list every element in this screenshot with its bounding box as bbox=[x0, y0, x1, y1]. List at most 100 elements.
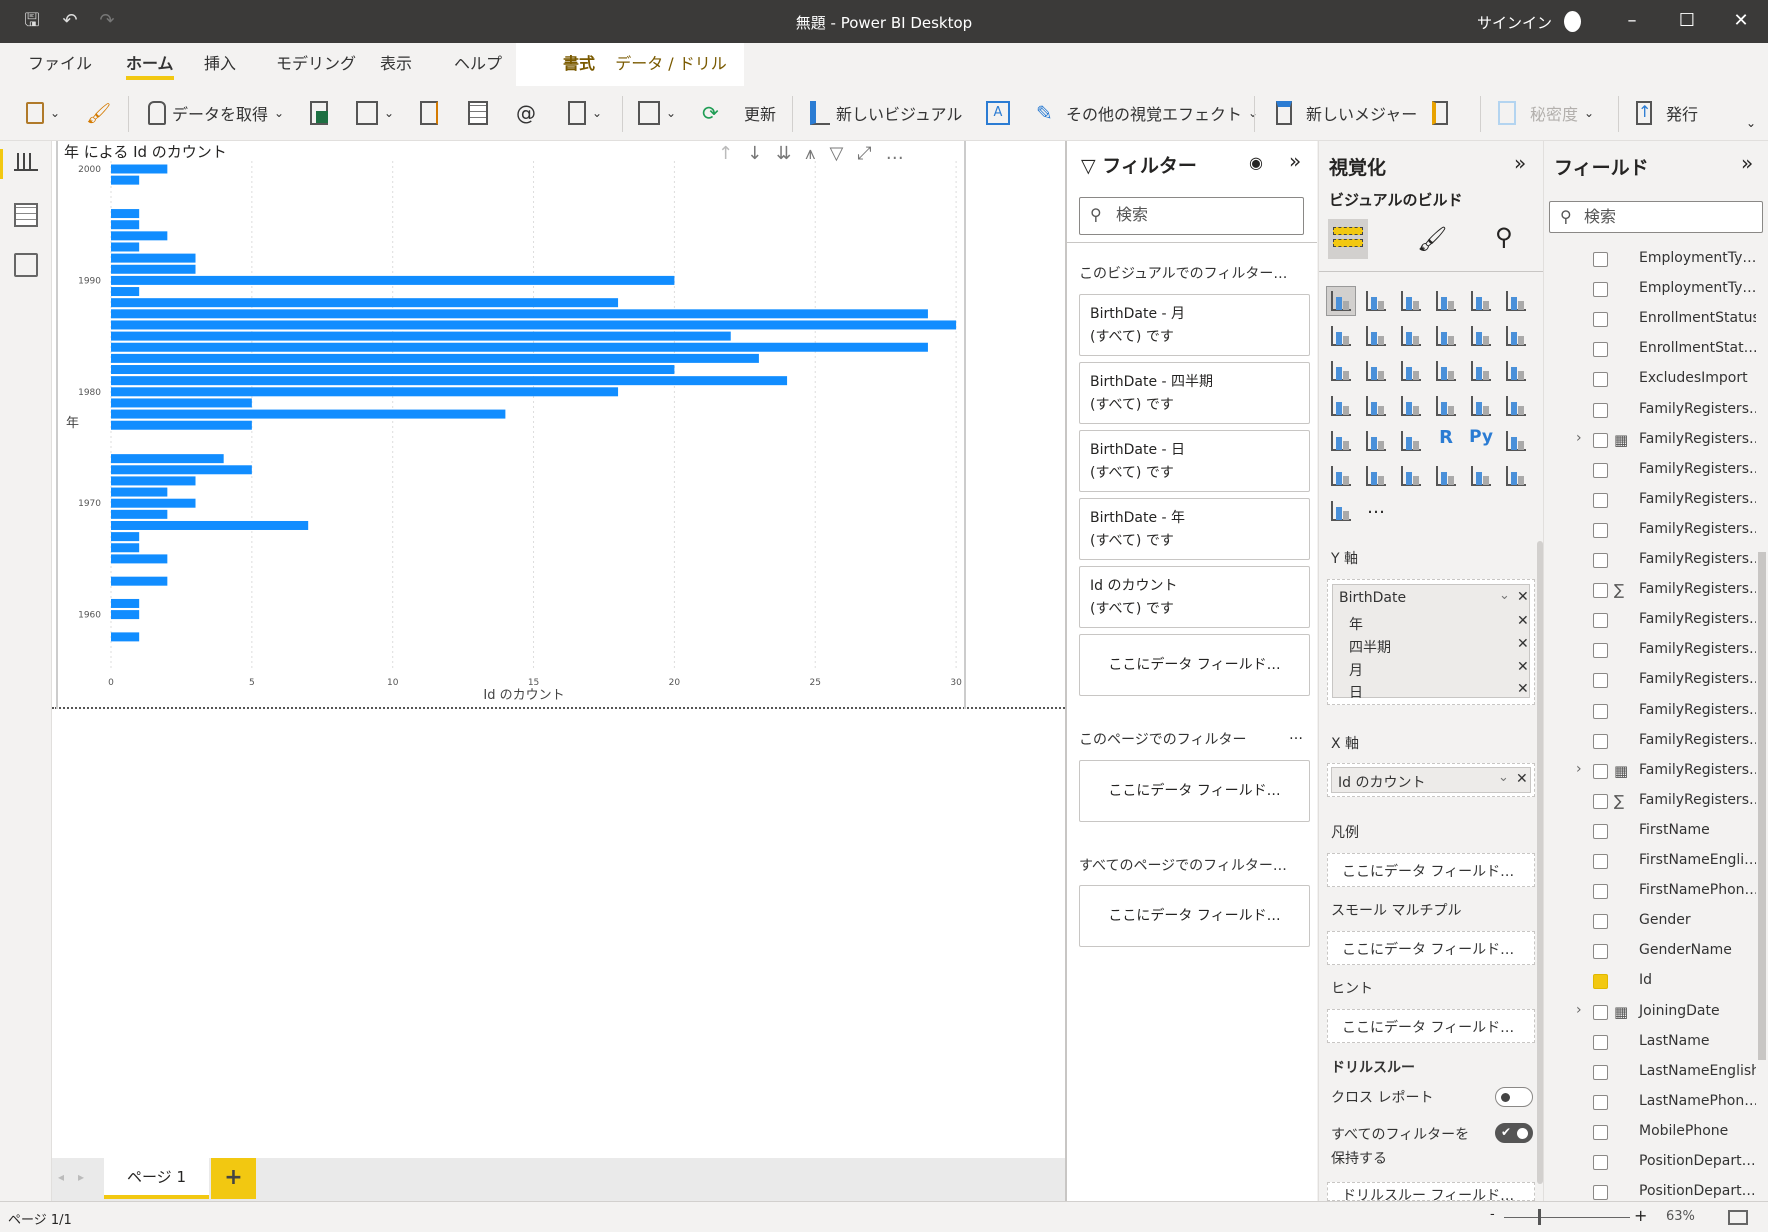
collapse-viz-icon[interactable]: » bbox=[1514, 151, 1526, 175]
bar-1971[interactable]: 1971: 2 bbox=[111, 487, 168, 497]
field-checkbox[interactable] bbox=[1593, 703, 1608, 719]
expand-chevron-icon[interactable]: › bbox=[1576, 761, 1582, 777]
cross-report-toggle[interactable] bbox=[1495, 1087, 1533, 1107]
field-item[interactable]: ∑ FamilyRegisters… bbox=[1544, 787, 1756, 817]
field-checkbox[interactable] bbox=[1593, 372, 1608, 388]
zoom-slider[interactable] bbox=[1504, 1217, 1630, 1218]
all-pages-filter-drop-zone[interactable]: ここにデータ フィールド… bbox=[1079, 885, 1310, 947]
field-item[interactable]: EnrollmentStatus bbox=[1544, 305, 1756, 335]
x-axis-well[interactable]: Id のカウント ⌄ ✕ bbox=[1327, 763, 1535, 797]
field-item[interactable]: PositionDepart… bbox=[1544, 1148, 1756, 1178]
sensitivity-button[interactable]: 秘密度 ⌄ bbox=[1498, 98, 1594, 128]
gauge-visual-icon[interactable] bbox=[1397, 392, 1425, 420]
fields-search-input[interactable]: ⚲ 検索 bbox=[1549, 201, 1763, 233]
slicer-visual-icon[interactable] bbox=[1327, 427, 1355, 455]
field-item[interactable]: › ▦ FamilyRegisters… bbox=[1544, 757, 1756, 787]
remove-field-icon[interactable]: ✕ bbox=[1517, 636, 1529, 652]
signin-link[interactable]: サインイン bbox=[1477, 12, 1552, 33]
analytics-tab-icon[interactable]: ⚲ bbox=[1495, 223, 1513, 251]
line-stacked-column-visual-icon[interactable] bbox=[1467, 322, 1495, 350]
field-checkbox[interactable] bbox=[1593, 1094, 1608, 1110]
report-view-icon[interactable] bbox=[14, 153, 38, 171]
bar-1961[interactable]: 1961: 1 bbox=[111, 598, 140, 608]
visual-filter-drop-zone[interactable]: ここにデータ フィールド… bbox=[1079, 634, 1310, 696]
close-button[interactable]: ✕ bbox=[1729, 9, 1753, 33]
filter-card[interactable]: BirthDate - 月 (すべて) です bbox=[1079, 294, 1310, 356]
field-item[interactable]: LastNamePhon… bbox=[1544, 1088, 1756, 1118]
zoom-out-button[interactable]: - bbox=[1490, 1207, 1495, 1222]
stacked-column-visual-icon[interactable] bbox=[1362, 287, 1390, 315]
bar-1994[interactable]: 1994: 2 bbox=[111, 231, 168, 241]
table-visual-icon[interactable] bbox=[1362, 427, 1390, 455]
publish-button[interactable]: ↑ 発行 bbox=[1636, 98, 1698, 128]
y-axis-well[interactable]: BirthDate ⌄ ✕ 年 ✕ 四半期 ✕ 月 ✕ 日 ✕ bbox=[1327, 579, 1535, 705]
sql-server-button[interactable] bbox=[420, 98, 438, 128]
tab-insert[interactable]: 挿入 bbox=[196, 43, 244, 86]
field-checkbox[interactable] bbox=[1593, 823, 1608, 839]
field-checkbox[interactable] bbox=[1593, 462, 1608, 478]
tab-data-drill[interactable]: データ / ドリル bbox=[598, 43, 744, 86]
bar-1991[interactable]: 1991: 3 bbox=[111, 264, 196, 274]
stacked-area-visual-icon[interactable] bbox=[1397, 322, 1425, 350]
format-painter-button[interactable]: 🖌 bbox=[86, 98, 111, 128]
card-visual-icon[interactable] bbox=[1432, 392, 1460, 420]
zoom-slider-thumb[interactable] bbox=[1538, 1209, 1541, 1225]
paste-button[interactable]: ⌄ bbox=[26, 98, 60, 128]
donut-visual-icon[interactable] bbox=[1467, 357, 1495, 385]
next-page-icon[interactable]: ▸ bbox=[78, 1170, 84, 1184]
tab-view[interactable]: 表示 bbox=[372, 43, 420, 86]
field-item[interactable]: MobilePhone bbox=[1544, 1118, 1754, 1148]
field-checkbox[interactable] bbox=[1593, 1155, 1608, 1170]
bar-1982[interactable]: 1982: 20 bbox=[111, 365, 675, 375]
bar-1974[interactable]: 1974: 4 bbox=[111, 454, 224, 464]
kpi-visual-icon[interactable] bbox=[1502, 392, 1530, 420]
keep-filters-toggle[interactable]: ✔ bbox=[1495, 1123, 1533, 1143]
transform-data-button[interactable]: ⌄ bbox=[638, 98, 676, 128]
azure-map-visual-icon[interactable] bbox=[1467, 462, 1495, 490]
field-item[interactable]: FamilyRegisters… bbox=[1544, 636, 1756, 666]
r-visual-visual-icon[interactable]: R bbox=[1432, 427, 1460, 455]
field-checkbox[interactable] bbox=[1593, 733, 1608, 749]
field-checkbox[interactable] bbox=[1593, 282, 1608, 298]
fields-scrollbar-thumb[interactable] bbox=[1758, 552, 1766, 1060]
field-item[interactable]: FirstName bbox=[1544, 817, 1754, 847]
bar-1970[interactable]: 1970: 3 bbox=[111, 498, 196, 508]
field-checkbox[interactable] bbox=[1593, 583, 1608, 599]
bar-1958[interactable]: 1958: 1 bbox=[111, 632, 140, 642]
python-visual-visual-icon[interactable]: Py bbox=[1467, 427, 1495, 455]
field-item[interactable]: FamilyRegisters… bbox=[1544, 516, 1756, 546]
field-checkbox[interactable] bbox=[1593, 342, 1608, 358]
field-item[interactable]: GenderName bbox=[1544, 937, 1754, 967]
field-checkbox[interactable] bbox=[1593, 432, 1608, 448]
qa-visual-icon[interactable] bbox=[1362, 462, 1390, 490]
treemap-visual-icon[interactable] bbox=[1502, 357, 1530, 385]
page-filter-drop-zone[interactable]: ここにデータ フィールド… bbox=[1079, 760, 1310, 822]
field-checkbox[interactable] bbox=[1593, 974, 1608, 990]
drillthrough-fields-well[interactable]: ドリルスルー フィールド… bbox=[1327, 1182, 1535, 1201]
decomposition-tree-visual-icon[interactable] bbox=[1327, 462, 1355, 490]
bar-1992[interactable]: 1992: 3 bbox=[111, 253, 196, 263]
field-checkbox[interactable] bbox=[1593, 793, 1608, 809]
dataverse-button[interactable]: @ bbox=[516, 98, 540, 128]
get-data-button[interactable]: データを取得 ⌄ bbox=[148, 98, 284, 128]
collapse-filters-icon[interactable]: » bbox=[1289, 149, 1301, 173]
field-checkbox[interactable] bbox=[1593, 763, 1608, 779]
tooltips-well[interactable]: ここにデータ フィールド… bbox=[1327, 1009, 1535, 1043]
field-item[interactable]: ExcludesImport bbox=[1544, 365, 1754, 395]
stacked-bar-visual-icon[interactable] bbox=[1326, 286, 1356, 316]
remove-field-icon[interactable]: ✕ bbox=[1517, 681, 1529, 697]
field-item[interactable]: LastName bbox=[1544, 1028, 1754, 1058]
paginated-report-visual-icon[interactable] bbox=[1432, 462, 1460, 490]
field-checkbox[interactable] bbox=[1593, 673, 1608, 689]
field-checkbox[interactable] bbox=[1593, 1034, 1608, 1050]
scatter-visual-icon[interactable] bbox=[1397, 357, 1425, 385]
field-item[interactable]: FamilyRegisters… bbox=[1544, 546, 1756, 576]
bar-1983[interactable]: 1983: 23 bbox=[111, 353, 759, 363]
minimize-button[interactable]: – bbox=[1620, 9, 1644, 33]
bar-1980[interactable]: 1980: 18 bbox=[111, 387, 619, 397]
100-stacked-column-visual-icon[interactable] bbox=[1502, 287, 1530, 315]
tab-modeling[interactable]: モデリング bbox=[268, 43, 364, 86]
line-clustered-column-visual-icon[interactable] bbox=[1432, 322, 1460, 350]
filter-card[interactable]: BirthDate - 年 (すべて) です bbox=[1079, 498, 1310, 560]
excel-button[interactable] bbox=[310, 98, 328, 128]
